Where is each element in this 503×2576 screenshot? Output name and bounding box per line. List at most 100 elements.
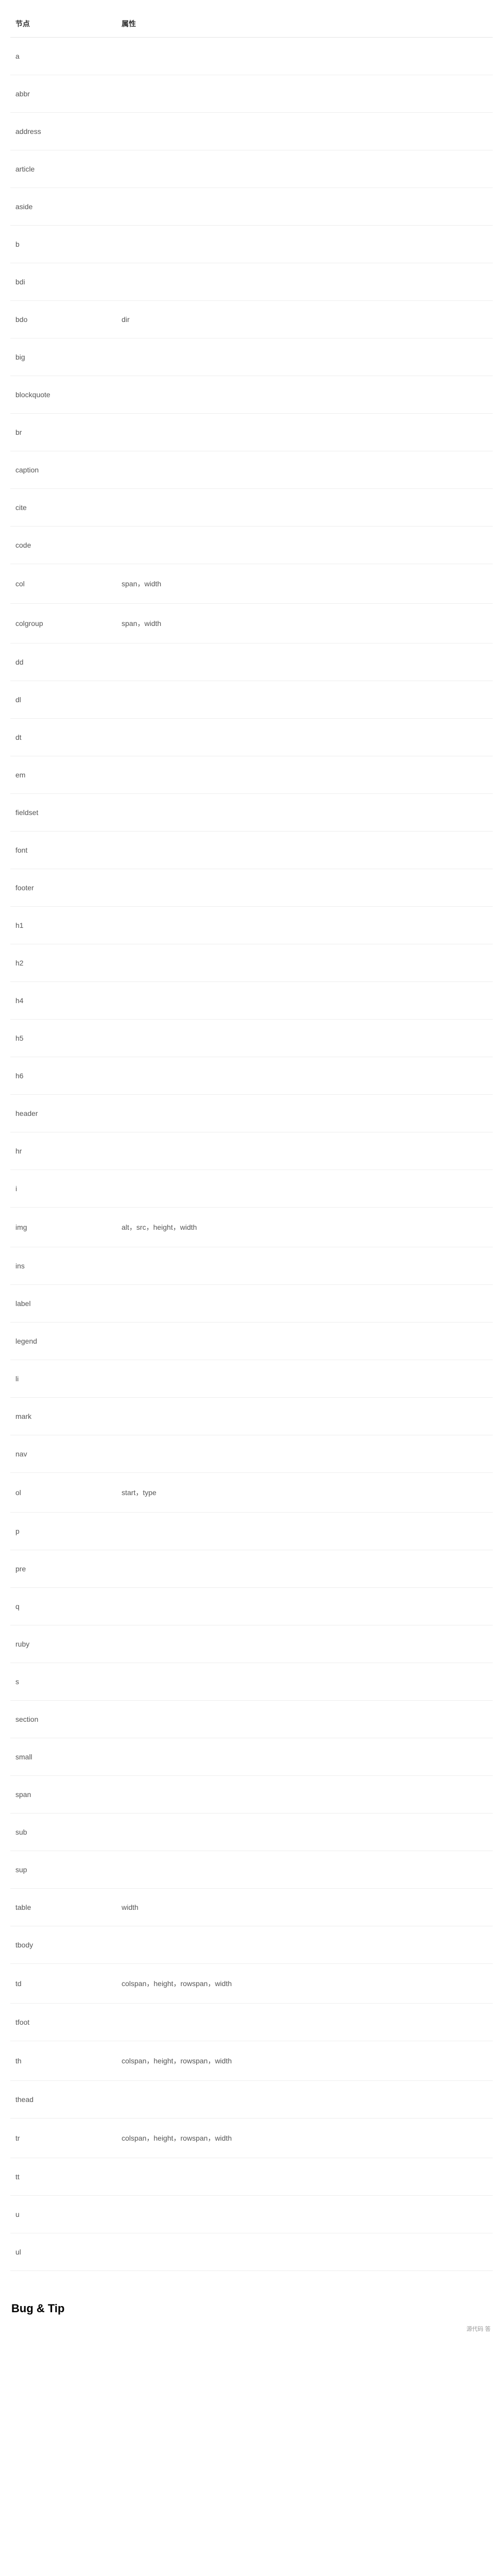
cell-node: legend bbox=[10, 1323, 116, 1360]
cell-attr bbox=[116, 1550, 493, 1588]
cell-node: bdi bbox=[10, 263, 116, 301]
cell-node: td bbox=[10, 1964, 116, 2004]
table-row: bdodir bbox=[10, 301, 493, 338]
table-row: p bbox=[10, 1513, 493, 1550]
cell-node: h5 bbox=[10, 1020, 116, 1057]
cell-node: li bbox=[10, 1360, 116, 1398]
table-row: br bbox=[10, 414, 493, 451]
cell-attr bbox=[116, 263, 493, 301]
cell-attr bbox=[116, 338, 493, 376]
cell-attr bbox=[116, 869, 493, 907]
table-row: i bbox=[10, 1170, 493, 1208]
cell-attr bbox=[116, 489, 493, 527]
table-row: em bbox=[10, 756, 493, 794]
cell-attr bbox=[116, 2081, 493, 2119]
cell-attr bbox=[116, 38, 493, 75]
table-row: mark bbox=[10, 1398, 493, 1435]
cell-attr bbox=[116, 1095, 493, 1132]
cell-attr bbox=[116, 1323, 493, 1360]
table-row: olstart，type bbox=[10, 1473, 493, 1513]
cell-node: ol bbox=[10, 1473, 116, 1513]
cell-node: br bbox=[10, 414, 116, 451]
table-row: span bbox=[10, 1776, 493, 1814]
cell-attr bbox=[116, 1851, 493, 1889]
cell-node: col bbox=[10, 564, 116, 604]
table-row: font bbox=[10, 832, 493, 869]
table-row: tt bbox=[10, 2158, 493, 2196]
cell-node: em bbox=[10, 756, 116, 794]
cell-node: code bbox=[10, 527, 116, 564]
cell-node: h6 bbox=[10, 1057, 116, 1095]
cell-attr bbox=[116, 414, 493, 451]
cell-attr bbox=[116, 1435, 493, 1473]
cell-node: colgroup bbox=[10, 604, 116, 643]
cell-node: tt bbox=[10, 2158, 116, 2196]
table-row: thcolspan，height，rowspan，width bbox=[10, 2041, 493, 2081]
cell-attr bbox=[116, 75, 493, 113]
cell-node: ul bbox=[10, 2233, 116, 2271]
table-row: s bbox=[10, 1663, 493, 1701]
cell-attr bbox=[116, 944, 493, 982]
cell-node: img bbox=[10, 1208, 116, 1247]
table-row: ins bbox=[10, 1247, 493, 1285]
table-row: label bbox=[10, 1285, 493, 1323]
table-row: tfoot bbox=[10, 2004, 493, 2041]
cell-attr: start，type bbox=[116, 1473, 493, 1513]
cell-node: sub bbox=[10, 1814, 116, 1851]
table-row: ul bbox=[10, 2233, 493, 2271]
table-row: legend bbox=[10, 1323, 493, 1360]
cell-attr: colspan，height，rowspan，width bbox=[116, 2119, 493, 2158]
cell-node: small bbox=[10, 1738, 116, 1776]
cell-node: mark bbox=[10, 1398, 116, 1435]
table-row: dl bbox=[10, 681, 493, 719]
cell-attr bbox=[116, 1057, 493, 1095]
supported-tags-table: 节点 属性 aabbraddressarticleasidebbdibdodir… bbox=[10, 10, 493, 2271]
table-row: cite bbox=[10, 489, 493, 527]
cell-node: cite bbox=[10, 489, 116, 527]
table-row: colspan，width bbox=[10, 564, 493, 604]
cell-attr: alt，src，height，width bbox=[116, 1208, 493, 1247]
table-row: tablewidth bbox=[10, 1889, 493, 1926]
cell-node: q bbox=[10, 1588, 116, 1625]
cell-attr bbox=[116, 1360, 493, 1398]
table-row: tbody bbox=[10, 1926, 493, 1964]
cell-node: big bbox=[10, 338, 116, 376]
table-row: small bbox=[10, 1738, 493, 1776]
table-row: b bbox=[10, 226, 493, 263]
cell-node: dl bbox=[10, 681, 116, 719]
table-row: dt bbox=[10, 719, 493, 756]
cell-attr bbox=[116, 756, 493, 794]
table-header-row: 节点 属性 bbox=[10, 10, 493, 38]
table-row: code bbox=[10, 527, 493, 564]
cell-attr bbox=[116, 113, 493, 150]
cell-attr: span，width bbox=[116, 604, 493, 643]
cell-node: bdo bbox=[10, 301, 116, 338]
cell-attr bbox=[116, 527, 493, 564]
cell-node: font bbox=[10, 832, 116, 869]
cell-node: s bbox=[10, 1663, 116, 1701]
table-row: imgalt，src，height，width bbox=[10, 1208, 493, 1247]
cell-node: a bbox=[10, 38, 116, 75]
cell-node: h4 bbox=[10, 982, 116, 1020]
cell-attr bbox=[116, 451, 493, 489]
table-row: pre bbox=[10, 1550, 493, 1588]
cell-attr bbox=[116, 643, 493, 681]
table-row: h1 bbox=[10, 907, 493, 944]
table-row: sub bbox=[10, 1814, 493, 1851]
cell-attr bbox=[116, 1513, 493, 1550]
cell-node: p bbox=[10, 1513, 116, 1550]
table-row: header bbox=[10, 1095, 493, 1132]
cell-attr: width bbox=[116, 1889, 493, 1926]
table-row: sup bbox=[10, 1851, 493, 1889]
cell-node: blockquote bbox=[10, 376, 116, 414]
table-row: ruby bbox=[10, 1625, 493, 1663]
table-row: trcolspan，height，rowspan，width bbox=[10, 2119, 493, 2158]
cell-node: i bbox=[10, 1170, 116, 1208]
cell-attr bbox=[116, 1247, 493, 1285]
table-row: address bbox=[10, 113, 493, 150]
table-row: bdi bbox=[10, 263, 493, 301]
cell-node: dt bbox=[10, 719, 116, 756]
cell-node: ins bbox=[10, 1247, 116, 1285]
cell-attr bbox=[116, 832, 493, 869]
cell-attr bbox=[116, 719, 493, 756]
